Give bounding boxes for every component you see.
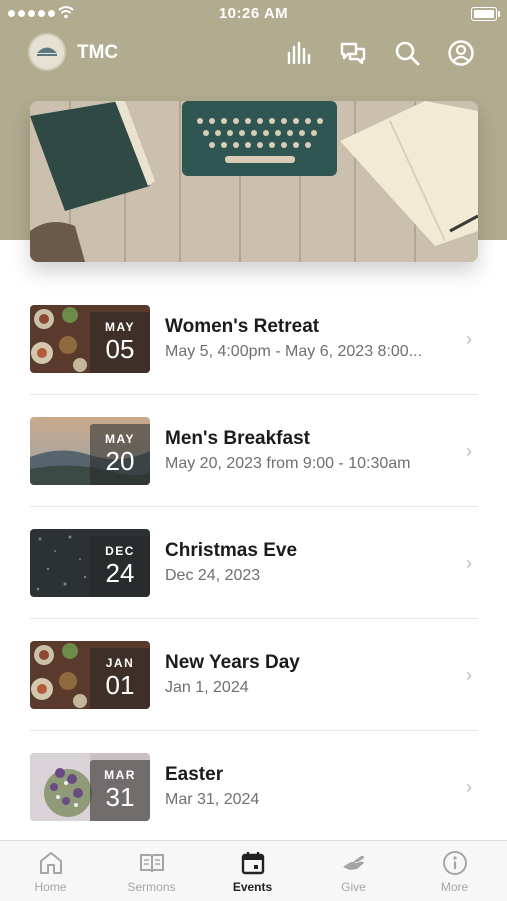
date-month: DEC — [105, 544, 135, 558]
tab-sermons[interactable]: Sermons — [101, 841, 202, 901]
search-icon[interactable] — [393, 39, 421, 67]
logo-mark-icon — [37, 47, 57, 56]
chevron-right-icon: › — [466, 441, 472, 461]
date-day: 31 — [105, 782, 135, 812]
date-day: 01 — [105, 670, 135, 700]
tab-events[interactable]: Events — [202, 841, 303, 901]
date-month: JAN — [105, 656, 135, 670]
event-title: Christmas Eve — [165, 540, 298, 561]
event-thumbnail: DEC 24 — [30, 529, 150, 597]
event-row[interactable]: JAN 01 New Years Day Jan 1, 2024 › — [30, 619, 478, 731]
profile-icon[interactable] — [447, 39, 475, 67]
calendar-icon — [241, 852, 264, 875]
chevron-right-icon: › — [466, 777, 472, 797]
home-icon — [39, 852, 62, 874]
book-icon — [139, 854, 164, 873]
date-badge: MAR 31 — [90, 760, 150, 821]
status-time: 10:26 AM — [218, 5, 289, 22]
date-day: 05 — [105, 334, 135, 364]
date-badge: JAN 01 — [90, 648, 150, 709]
tab-label: Give — [341, 880, 366, 894]
date-badge: MAY 20 — [90, 424, 150, 485]
event-datetime: May 5, 4:00pm - May 6, 2023 8:00... — [165, 343, 423, 360]
events-list: MAY 05 Women's Retreat May 5, 4:00pm - M… — [30, 283, 478, 842]
event-title: New Years Day — [165, 652, 300, 673]
tab-label: Sermons — [127, 880, 176, 894]
church-logo[interactable] — [28, 33, 66, 71]
date-month: MAY — [104, 320, 136, 334]
event-row[interactable]: MAY 05 Women's Retreat May 5, 4:00pm - M… — [30, 283, 478, 395]
app-title: TMC — [77, 42, 119, 63]
event-title: Women's Retreat — [165, 316, 320, 337]
event-title: Men's Breakfast — [165, 428, 310, 449]
event-title: Easter — [165, 764, 224, 785]
tab-give[interactable]: Give — [303, 841, 404, 901]
event-thumbnail: MAY 20 — [30, 417, 150, 485]
battery-icon — [471, 7, 500, 21]
hero-image[interactable] — [30, 101, 478, 262]
tab-label: Events — [232, 880, 273, 894]
event-row[interactable]: DEC 24 Christmas Eve Dec 24, 2023 › — [30, 507, 478, 619]
chevron-right-icon: › — [466, 553, 472, 573]
date-badge: DEC 24 — [90, 536, 150, 597]
event-thumbnail: JAN 01 — [30, 641, 150, 709]
date-month: MAR — [104, 768, 136, 782]
tab-more[interactable]: More — [404, 841, 505, 901]
date-month: MAY — [104, 432, 136, 446]
audio-bars-icon[interactable] — [285, 39, 313, 67]
typewriter-desk-illustration — [30, 101, 478, 262]
info-icon — [442, 851, 467, 875]
date-day: 24 — [105, 558, 135, 588]
date-badge: MAY 05 — [90, 312, 150, 373]
app-bar: TMC — [0, 30, 507, 76]
event-row[interactable]: MAY 20 Men's Breakfast May 20, 2023 from… — [30, 395, 478, 507]
tab-label: Home — [34, 880, 67, 894]
event-row[interactable]: MAR 31 Easter Mar 31, 2024 › — [30, 731, 478, 842]
event-datetime: Mar 31, 2024 — [165, 791, 260, 808]
chevron-right-icon: › — [466, 665, 472, 685]
tab-label: More — [440, 880, 469, 894]
tab-home[interactable]: Home — [0, 841, 101, 901]
date-day: 20 — [105, 446, 135, 476]
event-thumbnail: MAR 31 — [30, 753, 150, 821]
event-datetime: Dec 24, 2023 — [165, 567, 261, 584]
event-thumbnail: MAY 05 — [30, 305, 150, 373]
hand-icon — [342, 855, 364, 870]
status-bar: 10:26 AM — [0, 0, 507, 28]
chevron-right-icon: › — [466, 329, 472, 349]
chat-bubbles-icon[interactable] — [339, 39, 367, 67]
event-datetime: Jan 1, 2024 — [165, 679, 249, 696]
tab-bar: Home Sermons Events Give More — [0, 840, 507, 901]
event-datetime: May 20, 2023 from 9:00 - 10:30am — [165, 455, 411, 472]
